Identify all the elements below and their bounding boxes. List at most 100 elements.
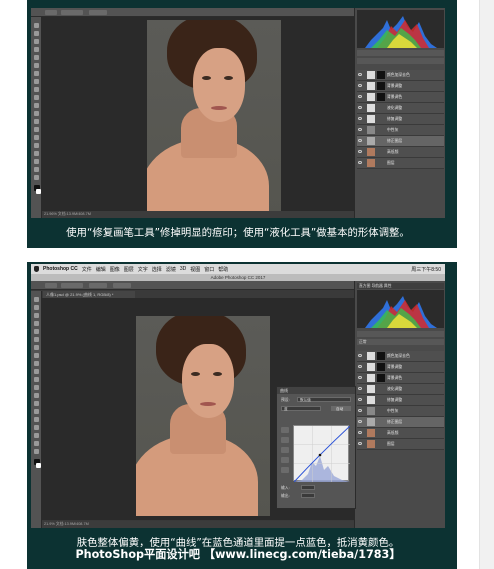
eye-icon[interactable] [358, 420, 362, 423]
gradient-tool-icon[interactable] [34, 111, 39, 116]
brush-tool-icon[interactable] [34, 79, 39, 84]
layer-row[interactable]: 图层 [357, 158, 444, 169]
eye-icon[interactable] [358, 376, 362, 379]
eye-icon[interactable] [358, 365, 362, 368]
apple-icon[interactable] [34, 266, 39, 272]
type-tool-icon[interactable] [34, 143, 39, 148]
layer-row[interactable]: 中性灰 [357, 125, 444, 136]
curves-input-field[interactable] [301, 485, 315, 490]
menu-item-3d[interactable]: 3D [180, 266, 186, 272]
layer-row[interactable]: 颜色加深去色 [357, 351, 444, 362]
quick-select-tool-icon[interactable] [34, 47, 39, 52]
layers-panel-header[interactable] [357, 331, 444, 337]
layer-row[interactable]: 背景调整 [357, 362, 444, 373]
menu-item-select[interactable]: 选择 [152, 266, 162, 273]
zoom-tool-icon[interactable] [34, 449, 39, 454]
eyedropper-tool-icon[interactable] [34, 337, 39, 342]
layer-blend-mode[interactable]: 正常 [357, 339, 444, 345]
curves-dialog-title[interactable]: 曲线 [277, 387, 355, 394]
history-brush-tool-icon[interactable] [34, 369, 39, 374]
curves-white-point-icon[interactable] [281, 457, 289, 463]
path-select-tool-icon[interactable] [34, 425, 39, 430]
eye-icon[interactable] [358, 431, 362, 434]
hand-tool-icon[interactable] [34, 167, 39, 172]
layers-panel-header[interactable] [357, 50, 444, 56]
curves-black-point-icon[interactable] [281, 437, 289, 443]
menu-item-type[interactable]: 文字 [138, 266, 148, 273]
document-tab[interactable]: 人像1.psd @ 21.9% (曲线 1, RGB/8) * [43, 291, 135, 298]
histogram-panel-tabs[interactable]: 直方图 导航器 属性 [357, 283, 444, 289]
lasso-tool-icon[interactable] [34, 313, 39, 318]
history-brush-tool-icon[interactable] [34, 95, 39, 100]
layer-row[interactable]: 背景调色 [357, 92, 444, 103]
curves-gray-point-icon[interactable] [281, 447, 289, 453]
eye-icon[interactable] [358, 106, 362, 109]
layer-row[interactable]: 颜色加深去色 [357, 70, 444, 81]
move-tool-icon[interactable] [34, 23, 39, 28]
healing-brush-tool-icon[interactable] [34, 345, 39, 350]
layer-row[interactable]: 液化调整 [357, 103, 444, 114]
eyedropper-tool-icon[interactable] [34, 63, 39, 68]
layer-row[interactable]: 图层 [357, 439, 444, 450]
tool-preset-chip[interactable] [45, 283, 57, 288]
curves-output-field[interactable] [301, 493, 315, 498]
opacity-chip[interactable] [89, 10, 107, 15]
crop-tool-icon[interactable] [34, 55, 39, 60]
healing-brush-tool-icon[interactable] [34, 71, 39, 76]
layer-row[interactable]: 背景调整 [357, 81, 444, 92]
background-color-icon[interactable] [36, 463, 41, 468]
menu-item-view[interactable]: 视图 [190, 266, 200, 273]
curves-preset-select[interactable]: 默认值 [297, 397, 351, 402]
eye-icon[interactable] [358, 398, 362, 401]
hand-tool-icon[interactable] [34, 441, 39, 446]
eraser-tool-icon[interactable] [34, 103, 39, 108]
clone-stamp-tool-icon[interactable] [34, 361, 39, 366]
mode-chip[interactable] [61, 283, 83, 288]
zoom-tool-icon[interactable] [34, 175, 39, 180]
lasso-tool-icon[interactable] [34, 39, 39, 44]
eye-icon[interactable] [358, 117, 362, 120]
flow-chip[interactable] [113, 283, 131, 288]
clone-stamp-tool-icon[interactable] [34, 87, 39, 92]
marquee-tool-icon[interactable] [34, 31, 39, 36]
dodge-tool-icon[interactable] [34, 401, 39, 406]
shape-tool-icon[interactable] [34, 159, 39, 164]
menu-item-image[interactable]: 图像 [110, 266, 120, 273]
shape-tool-icon[interactable] [34, 433, 39, 438]
tool-preset-chip[interactable] [45, 10, 57, 15]
blur-tool-icon[interactable] [34, 119, 39, 124]
brush-tool-icon[interactable] [34, 353, 39, 358]
mode-chip[interactable] [61, 10, 83, 15]
layer-row[interactable]: 高低频 [357, 147, 444, 158]
move-tool-icon[interactable] [34, 297, 39, 302]
curves-target-adjust-icon[interactable] [281, 427, 289, 433]
menu-app-name[interactable]: Photoshop CC [43, 266, 78, 272]
eye-icon[interactable] [358, 161, 362, 164]
layer-row[interactable]: 背景调色 [357, 373, 444, 384]
document-canvas[interactable] [42, 17, 354, 218]
pen-tool-icon[interactable] [34, 409, 39, 414]
menu-item-layer[interactable]: 图层 [124, 266, 134, 273]
marquee-tool-icon[interactable] [34, 305, 39, 310]
eye-icon[interactable] [358, 409, 362, 412]
layer-row[interactable]: 修复调整 [357, 114, 444, 125]
eye-icon[interactable] [358, 387, 362, 390]
type-tool-icon[interactable] [34, 417, 39, 422]
layers-filter-row[interactable] [357, 58, 444, 64]
eraser-tool-icon[interactable] [34, 377, 39, 382]
curves-channel-select[interactable]: 蓝 [281, 406, 321, 411]
opacity-chip[interactable] [89, 283, 107, 288]
layer-row[interactable]: 液化调整 [357, 384, 444, 395]
pen-tool-icon[interactable] [34, 135, 39, 140]
menu-item-filter[interactable]: 滤镜 [166, 266, 176, 273]
eye-icon[interactable] [358, 139, 362, 142]
menu-item-edit[interactable]: 编辑 [96, 266, 106, 273]
path-select-tool-icon[interactable] [34, 151, 39, 156]
eye-icon[interactable] [358, 84, 362, 87]
menu-item-window[interactable]: 窗口 [204, 266, 214, 273]
crop-tool-icon[interactable] [34, 329, 39, 334]
eye-icon[interactable] [358, 354, 362, 357]
layer-row[interactable]: 中性灰 [357, 406, 444, 417]
menu-item-help[interactable]: 帮助 [218, 266, 228, 273]
menu-item-file[interactable]: 文件 [82, 266, 92, 273]
